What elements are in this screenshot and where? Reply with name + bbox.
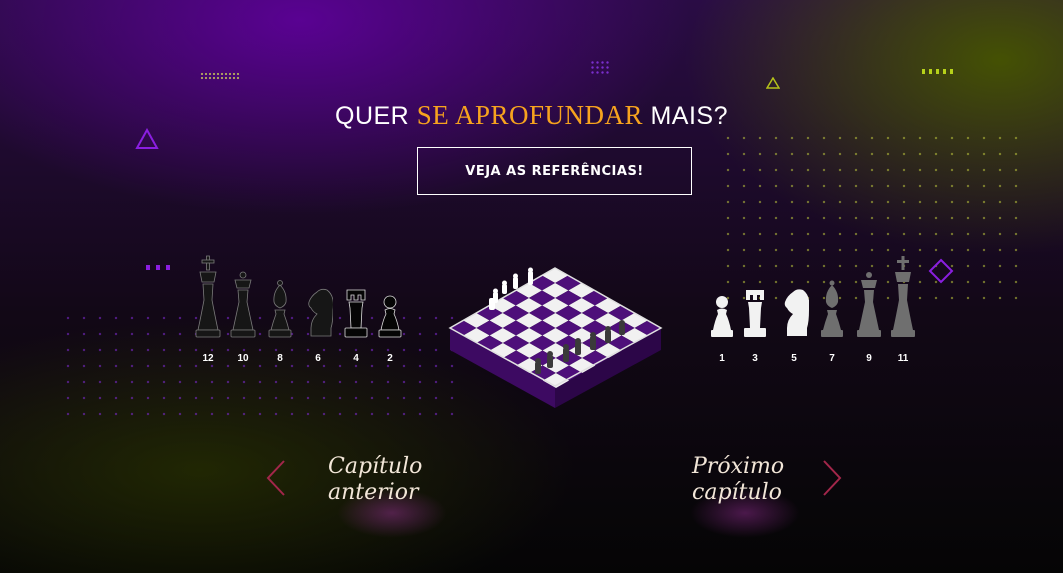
dot-pattern-small-purple bbox=[590, 60, 610, 76]
bishop-icon[interactable] bbox=[265, 250, 295, 340]
bishop-icon[interactable] bbox=[817, 250, 847, 340]
knight-icon[interactable] bbox=[779, 250, 809, 340]
page-title: QUER SE APROFUNDAR MAIS? bbox=[0, 100, 1063, 131]
previous-chapter-line2: anterior bbox=[328, 480, 419, 505]
dash-decoration bbox=[146, 257, 176, 275]
references-button[interactable]: VEJA AS REFERÊNCIAS! bbox=[417, 147, 692, 195]
piece-number: 3 bbox=[752, 353, 758, 364]
knight-icon[interactable] bbox=[303, 250, 333, 340]
piece-number: 4 bbox=[353, 353, 359, 364]
title-accent: SE APROFUNDAR bbox=[416, 100, 643, 130]
next-chapter-line1: Próximo bbox=[692, 454, 785, 479]
pawn-icon[interactable] bbox=[375, 250, 405, 340]
triangle-outline-icon bbox=[135, 128, 159, 149]
title-prefix: QUER bbox=[335, 102, 417, 130]
piece-number: 5 bbox=[791, 353, 797, 364]
previous-chapter-link[interactable]: Capítulo anterior bbox=[262, 452, 447, 538]
piece-number: 1 bbox=[719, 353, 725, 364]
chessboard-illustration bbox=[448, 267, 663, 408]
triangle-small-icon bbox=[766, 77, 780, 89]
queen-icon[interactable] bbox=[854, 250, 884, 340]
king-icon[interactable] bbox=[888, 250, 918, 340]
piece-number: 12 bbox=[202, 353, 214, 364]
rook-icon[interactable] bbox=[740, 250, 770, 340]
rook-icon[interactable] bbox=[341, 250, 371, 340]
dot-pattern-small bbox=[200, 72, 240, 80]
title-suffix: MAIS? bbox=[643, 102, 728, 130]
pawn-icon[interactable] bbox=[707, 250, 737, 340]
piece-number: 7 bbox=[829, 353, 835, 364]
piece-number: 2 bbox=[387, 353, 393, 364]
diamond-outline-icon bbox=[928, 258, 954, 284]
bar-decoration bbox=[922, 61, 957, 79]
previous-chapter-line1: Capítulo bbox=[328, 454, 423, 479]
piece-number: 10 bbox=[237, 353, 249, 364]
next-chapter-link[interactable]: Próximo capítulo bbox=[690, 452, 850, 538]
chevron-right-icon[interactable] bbox=[820, 458, 846, 498]
next-chapter-line2: capítulo bbox=[692, 480, 782, 505]
piece-number: 8 bbox=[277, 353, 283, 364]
queen-icon[interactable] bbox=[228, 250, 258, 340]
piece-number: 11 bbox=[897, 353, 909, 364]
piece-number: 9 bbox=[866, 353, 872, 364]
chevron-left-icon[interactable] bbox=[262, 458, 288, 498]
king-icon[interactable] bbox=[193, 250, 223, 340]
piece-number: 6 bbox=[315, 353, 321, 364]
